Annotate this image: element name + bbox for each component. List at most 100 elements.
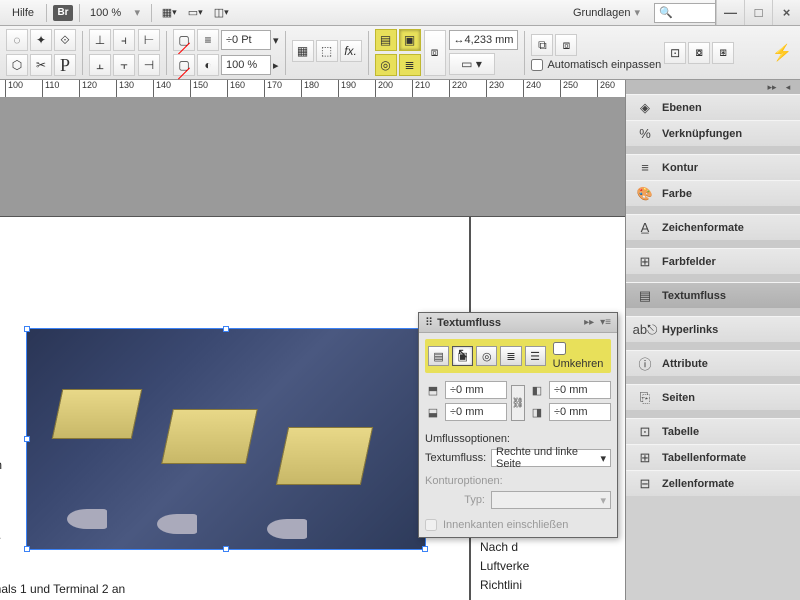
panel-tab-seiten[interactable]: ⎘Seiten	[626, 384, 800, 410]
wrap-jump-icon[interactable]: ≣	[399, 54, 421, 76]
tool-icon-1[interactable]: ◌	[6, 29, 28, 51]
fit-frame-icon[interactable]: ⧈	[555, 34, 577, 56]
wrap-object-button[interactable]: ◎	[476, 346, 497, 366]
panel-tab-kontur[interactable]: ≡Kontur	[626, 154, 800, 180]
opacity-icon[interactable]: ◐	[197, 54, 219, 76]
wrap-jump-button[interactable]: ≣	[500, 346, 521, 366]
tool-icon-2[interactable]: ✦	[30, 29, 52, 51]
tool-icon-5[interactable]: ✂	[30, 54, 52, 76]
panel-label: Textumfluss	[662, 290, 726, 302]
fill-none-icon[interactable]: ▢	[173, 29, 195, 51]
crop-icon[interactable]: ⧈	[424, 30, 446, 76]
panel-tab-verknüpfungen[interactable]: %Verknüpfungen	[626, 120, 800, 146]
distribute-tool-1[interactable]: ⫠	[89, 54, 111, 76]
tool-icon-4[interactable]: ⬡	[6, 54, 28, 76]
panel-collapse-icon[interactable]: ▸▸	[584, 317, 594, 328]
effect-icon-1[interactable]: ▦	[292, 40, 314, 62]
align-tool-2[interactable]: ⫞	[113, 29, 135, 51]
opacity-dropdown[interactable]: ▸	[273, 59, 279, 72]
offset-bottom-field[interactable]: ÷ 0 mm	[445, 403, 507, 421]
align-tool-1[interactable]: ⊥	[89, 29, 111, 51]
fill-prop-icon[interactable]: ⧆	[712, 42, 734, 64]
opacity-field[interactable]: 100 %	[221, 55, 271, 75]
wrap-column-button[interactable]: ☰	[525, 346, 546, 366]
paragraph-tool-icon[interactable]: P	[54, 54, 76, 76]
panel-grip-icon[interactable]: ⠿	[425, 316, 433, 329]
panel-tab-ebenen[interactable]: ◈Ebenen	[626, 94, 800, 120]
stroke-weight-field[interactable]: ÷ 0 Pt	[221, 30, 271, 50]
link-offsets-icon[interactable]: ⛓	[511, 385, 525, 421]
panel-icon: ab⎋	[636, 322, 654, 338]
wrap-none-button[interactable]: ▤	[428, 346, 449, 366]
align-tool-3[interactable]: ⊢	[138, 29, 160, 51]
ruler-tick: 230	[486, 80, 504, 98]
bridge-badge[interactable]: Br	[53, 5, 73, 21]
panel-tab-farbe[interactable]: 🎨Farbe	[626, 180, 800, 206]
wrap-bounding-button[interactable]: ▣	[452, 346, 473, 366]
invert-checkbox[interactable]: Umkehren	[553, 342, 608, 370]
fill-none-icon-2[interactable]: ▢	[173, 54, 195, 76]
stroke-icon[interactable]: ≡	[197, 29, 219, 51]
screen-mode-icon[interactable]: ▭▾	[184, 3, 206, 23]
resize-handle[interactable]	[24, 436, 30, 442]
ruler-tick: 160	[227, 80, 245, 98]
resize-handle[interactable]	[24, 326, 30, 332]
panel-tab-tabelle[interactable]: ⊡Tabelle	[626, 418, 800, 444]
ruler-tick: 240	[523, 80, 541, 98]
view-options-icon[interactable]: ▦▾	[158, 3, 180, 23]
dock-header[interactable]: ▸▸◂	[626, 80, 800, 94]
offset-left-field[interactable]: ÷ 0 mm	[549, 381, 611, 399]
window-minimize-button[interactable]: —	[716, 0, 744, 25]
wrap-bound-icon[interactable]: ▣	[399, 29, 421, 51]
image-content	[276, 427, 373, 485]
corner-dropdown[interactable]: ▭ ▾	[449, 53, 495, 75]
wrap-shape-icon[interactable]: ◎	[375, 54, 397, 76]
panel-tab-zeichenformate[interactable]: A̲Zeichenformate	[626, 214, 800, 240]
resize-handle[interactable]	[223, 326, 229, 332]
panel-tab-attribute[interactable]: ⓘAttribute	[626, 350, 800, 376]
distribute-tool-3[interactable]: ⊣	[138, 54, 160, 76]
autofit-checkbox[interactable]: Automatisch einpassen	[531, 59, 661, 71]
wrap-none-icon[interactable]: ▤	[375, 29, 397, 51]
panel-tab-tabellenformate[interactable]: ⊞Tabellenformate	[626, 444, 800, 470]
panel-tab-farbfelder[interactable]: ⊞Farbfelder	[626, 248, 800, 274]
quick-apply-icon[interactable]: ⚡	[772, 43, 792, 63]
zoom-dropdown-icon[interactable]: ▾	[129, 6, 145, 19]
panel-tab-zellenformate[interactable]: ⊟Zellenformate	[626, 470, 800, 496]
offset-right-field[interactable]: ÷ 0 mm	[549, 403, 611, 421]
panel-icon: ⊡	[636, 424, 654, 440]
image-frame-selected[interactable]	[26, 328, 426, 550]
zoom-level[interactable]: 100 %	[86, 7, 125, 19]
tool-icon-3[interactable]: ⟐	[54, 29, 76, 51]
center-content-icon[interactable]: ⊡	[664, 42, 686, 64]
panel-menu-icon[interactable]: ▾≡	[600, 317, 611, 328]
menu-help[interactable]: Hilfe	[6, 5, 40, 21]
effect-icon-2[interactable]: ⬚	[316, 40, 338, 62]
panel-icon: 🎨	[636, 186, 654, 202]
fit-content-icon[interactable]: ⧉	[531, 34, 553, 56]
panel-label: Verknüpfungen	[662, 128, 742, 140]
wrap-to-dropdown[interactable]: Rechte und linke Seite▾	[491, 449, 611, 467]
contour-options-label: Konturoptionen:	[425, 475, 611, 487]
panel-tab-textumfluss[interactable]: ▤ Textumfluss	[626, 282, 800, 308]
panel-tab-hyperlinks[interactable]: ab⎋Hyperlinks	[626, 316, 800, 342]
window-maximize-button[interactable]: □	[744, 0, 772, 25]
ruler-tick: 110	[42, 80, 59, 98]
fx-icon[interactable]: fx.	[340, 40, 362, 62]
width-field[interactable]: ↔ 4,233 mm	[449, 30, 519, 50]
image-content	[52, 389, 143, 439]
offset-top-field[interactable]: ÷ 0 mm	[445, 381, 507, 399]
fit-prop-icon[interactable]: ⧇	[688, 42, 710, 64]
wrap-options-label: Umflussoptionen:	[425, 433, 611, 445]
resize-handle[interactable]	[223, 546, 229, 552]
panel-icon: ▤	[636, 288, 654, 304]
arrange-icon[interactable]: ◫▾	[210, 3, 232, 23]
resize-handle[interactable]	[24, 546, 30, 552]
distribute-tool-2[interactable]: ⫟	[113, 54, 135, 76]
ruler-tick: 140	[153, 80, 171, 98]
window-close-button[interactable]: ×	[772, 0, 800, 25]
workspace-switcher[interactable]: Grundlagen ▾	[563, 4, 650, 21]
stroke-weight-dropdown[interactable]: ▾	[273, 34, 279, 47]
resize-handle[interactable]	[422, 546, 428, 552]
body-text: etet.	[0, 526, 1, 545]
